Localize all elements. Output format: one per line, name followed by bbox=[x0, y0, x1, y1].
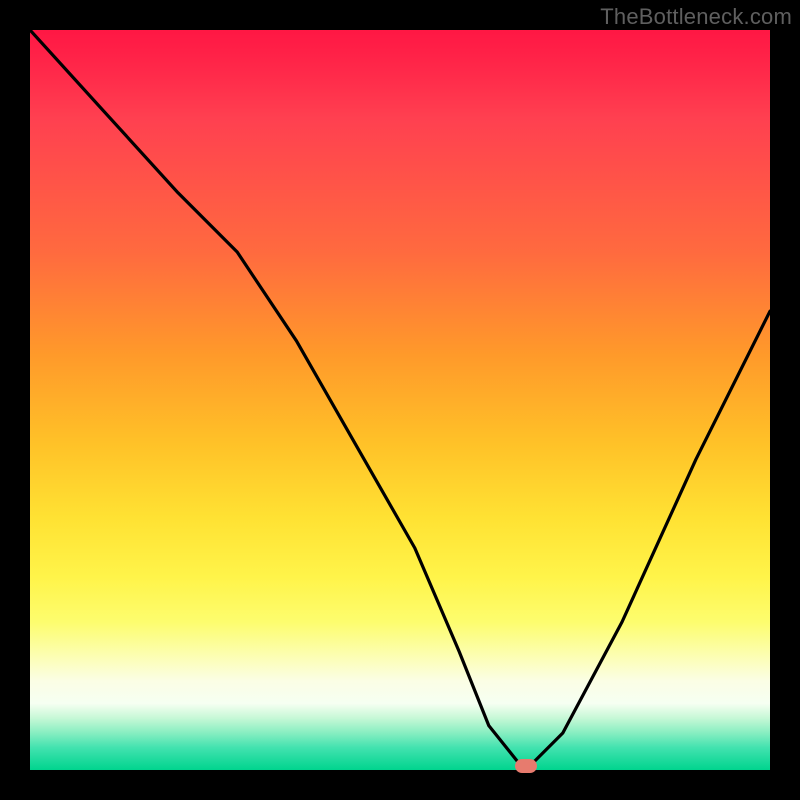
chart-container: TheBottleneck.com bbox=[0, 0, 800, 800]
optimal-point-marker bbox=[515, 759, 537, 773]
plot-area bbox=[30, 30, 770, 770]
watermark-text: TheBottleneck.com bbox=[600, 4, 792, 30]
curve-path bbox=[30, 30, 770, 763]
bottleneck-curve bbox=[30, 30, 770, 770]
